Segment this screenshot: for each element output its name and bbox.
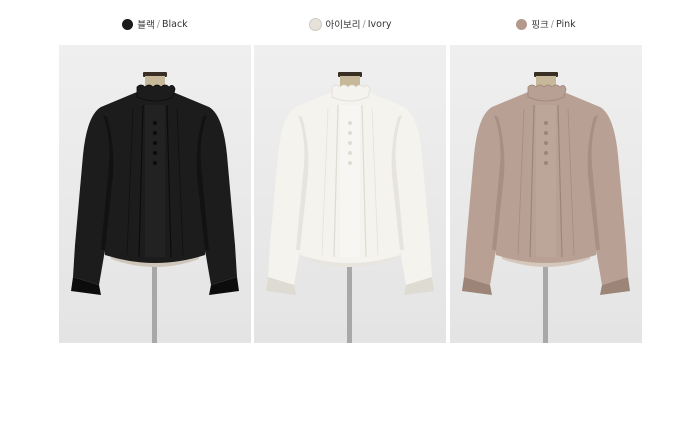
- color-option-black[interactable]: 블랙 / Black: [59, 14, 251, 34]
- product-photo-pink[interactable]: [450, 45, 642, 343]
- color-separator: /: [362, 18, 366, 30]
- color-options: 블랙 / Black 아이보리 / Ivory 핑크 / Pink: [59, 14, 642, 34]
- color-option-ivory[interactable]: 아이보리 / Ivory: [254, 14, 446, 34]
- color-swatch-ivory: [308, 17, 322, 31]
- color-name-ko: 아이보리: [325, 20, 361, 31]
- color-name-ko: 핑크: [531, 20, 549, 31]
- color-swatch-black: [122, 18, 134, 30]
- color-separator: /: [156, 18, 160, 30]
- color-name-en: Pink: [556, 18, 576, 30]
- color-name-en: Black: [161, 18, 188, 30]
- color-separator: /: [550, 18, 554, 30]
- color-name-ko: 블랙: [137, 20, 155, 31]
- color-swatch-pink: [516, 18, 528, 30]
- product-photo-ivory[interactable]: [254, 45, 446, 343]
- product-photo-black[interactable]: [59, 45, 251, 343]
- color-option-pink[interactable]: 핑크 / Pink: [450, 14, 642, 34]
- color-name-en: Ivory: [367, 18, 392, 30]
